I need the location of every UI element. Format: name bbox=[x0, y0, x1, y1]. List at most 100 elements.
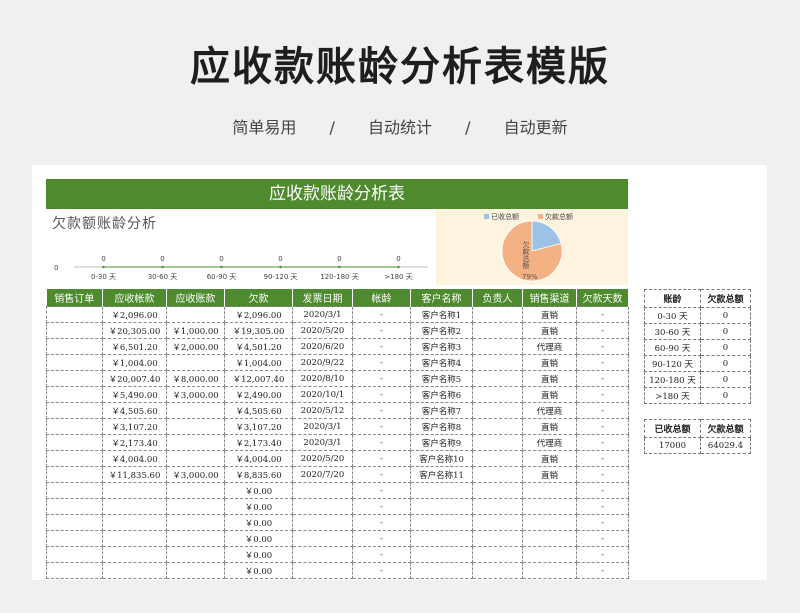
totals-table: 已收总额 欠款总额 17000 64029.4 bbox=[644, 419, 751, 454]
table-cell bbox=[46, 530, 103, 547]
table-cell: - bbox=[576, 402, 629, 419]
table-cell bbox=[46, 562, 103, 579]
percent-label: 79% bbox=[522, 273, 538, 281]
table-cell: 2020/3/1 bbox=[292, 434, 353, 451]
table-cell: 直销 bbox=[522, 370, 577, 387]
table-cell bbox=[472, 482, 523, 499]
tag-separator: / bbox=[465, 118, 471, 137]
table-cell bbox=[472, 306, 523, 323]
table-cell: 客户名称2 bbox=[410, 322, 473, 339]
aging-cell: 0 bbox=[700, 323, 751, 340]
legend-swatch bbox=[484, 214, 489, 219]
table-cell: ￥1,004.00 bbox=[224, 354, 293, 371]
aging-row: >180 天0 bbox=[644, 387, 751, 404]
table-cell bbox=[292, 498, 353, 515]
table-cell: - bbox=[576, 386, 629, 403]
table-cell bbox=[472, 402, 523, 419]
legend-swatch bbox=[538, 214, 543, 219]
table-cell: ￥2,173.40 bbox=[224, 434, 293, 451]
table-cell: 直销 bbox=[522, 450, 577, 467]
table-cell bbox=[102, 546, 167, 563]
aging-cell: >180 天 bbox=[644, 387, 701, 404]
table-cell bbox=[166, 306, 225, 323]
data-label: 0 bbox=[396, 255, 400, 263]
aging-header-row: 账龄 欠款总额 bbox=[644, 289, 751, 308]
table-cell: ￥4,501.20 bbox=[224, 338, 293, 355]
table-cell: ￥5,490.00 bbox=[102, 386, 167, 403]
aging-line-chart: 欠款额账龄分析 0 0 0-30 天 0 30-60 天 0 60-90 天 0 90-120 … bbox=[46, 209, 436, 285]
table-cell bbox=[292, 482, 353, 499]
collection-pie-chart: 已收总额 欠款总额 欠款总额 79% bbox=[436, 209, 628, 285]
table-cell: - bbox=[576, 546, 629, 563]
receivables-table: 销售订单 应收帐款 应收账款 欠款 发票日期 帐龄 客户名称 负责人 销售渠道 欠款天数 ￥2,0… bbox=[46, 289, 629, 579]
table-cell bbox=[472, 466, 523, 483]
table-cell bbox=[410, 562, 473, 579]
table-cell: 客户名称3 bbox=[410, 338, 473, 355]
table-cell bbox=[410, 498, 473, 515]
table-row: ￥4,004.00 ￥4,004.00 2020/5/20- 客户名称10 直销 - bbox=[46, 450, 629, 467]
table-cell: ￥3,000.00 bbox=[166, 386, 225, 403]
column-header: 欠款 bbox=[224, 289, 293, 307]
totals-cell: 17000 bbox=[644, 437, 701, 454]
aging-cell: 0-30 天 bbox=[644, 307, 701, 324]
table-cell: ￥4,505.60 bbox=[102, 402, 167, 419]
table-cell: - bbox=[576, 514, 629, 531]
table-cell bbox=[46, 386, 103, 403]
table-cell: 直销 bbox=[522, 322, 577, 339]
table-cell bbox=[472, 498, 523, 515]
table-row: ￥11,835.60 ￥3,000.00 ￥8,835.60 2020/7/20- 客户… bbox=[46, 466, 629, 483]
tag-auto-stat: 自动统计 bbox=[367, 118, 432, 137]
x-tick-label: 30-60 天 bbox=[148, 273, 178, 281]
table-cell bbox=[46, 466, 103, 483]
table-cell bbox=[166, 562, 225, 579]
table-cell bbox=[292, 514, 353, 531]
table-cell: - bbox=[576, 466, 629, 483]
table-cell bbox=[472, 434, 523, 451]
totals-cell: 64029.4 bbox=[700, 437, 751, 454]
table-cell bbox=[46, 418, 103, 435]
slice-label: 欠款总额 bbox=[522, 240, 530, 270]
table-cell bbox=[472, 354, 523, 371]
aging-cell: 0 bbox=[700, 371, 751, 388]
table-cell: ￥6,501.20 bbox=[102, 338, 167, 355]
legend-entry: 已收总额 bbox=[491, 212, 519, 221]
tag-separator: / bbox=[329, 118, 335, 137]
column-header: 应收账款 bbox=[166, 289, 225, 307]
table-cell: 客户名称6 bbox=[410, 386, 473, 403]
table-header-row: 销售订单 应收帐款 应收账款 欠款 发票日期 帐龄 客户名称 负责人 销售渠道 欠款天数 bbox=[46, 289, 629, 307]
table-cell bbox=[522, 514, 577, 531]
totals-header: 已收总额 bbox=[644, 419, 701, 438]
aging-cell: 0 bbox=[700, 355, 751, 372]
table-row: ￥0.00 - - bbox=[46, 482, 629, 499]
table-cell bbox=[46, 322, 103, 339]
table-cell: - bbox=[352, 386, 411, 403]
table-cell: - bbox=[352, 418, 411, 435]
column-header: 负责人 bbox=[472, 289, 523, 307]
table-cell: ￥0.00 bbox=[224, 562, 293, 579]
table-cell: 直销 bbox=[522, 418, 577, 435]
spreadsheet-preview: 应收款账龄分析表 欠款额账龄分析 0 0 0-30 天 0 30-60 天 0 60-90 … bbox=[32, 165, 767, 580]
column-header: 客户名称 bbox=[410, 289, 473, 307]
table-cell: ￥4,505.60 bbox=[224, 402, 293, 419]
aging-cell: 0 bbox=[700, 387, 751, 404]
data-label: 0 bbox=[160, 255, 164, 263]
table-cell: - bbox=[352, 530, 411, 547]
table-cell: ￥0.00 bbox=[224, 498, 293, 515]
table-cell bbox=[166, 418, 225, 435]
data-label: 0 bbox=[101, 255, 105, 263]
aging-cell: 0 bbox=[700, 307, 751, 324]
totals-row: 17000 64029.4 bbox=[644, 437, 751, 454]
table-cell bbox=[46, 402, 103, 419]
column-header: 帐龄 bbox=[352, 289, 411, 307]
table-row: ￥20,305.00 ￥1,000.00 ￥19,305.00 2020/5/20- 客… bbox=[46, 322, 629, 339]
aging-cell: 30-60 天 bbox=[644, 323, 701, 340]
column-header: 销售渠道 bbox=[522, 289, 577, 307]
table-cell: - bbox=[352, 498, 411, 515]
table-row: ￥0.00 - - bbox=[46, 514, 629, 531]
pie-chart-svg: 已收总额 欠款总额欠款总额79% bbox=[484, 212, 573, 282]
data-label: 0 bbox=[219, 255, 223, 263]
table-cell bbox=[166, 530, 225, 547]
y-tick-label: 0 bbox=[54, 264, 58, 272]
table-row: ￥0.00 - - bbox=[46, 562, 629, 579]
table-cell: ￥8,835.60 bbox=[224, 466, 293, 483]
